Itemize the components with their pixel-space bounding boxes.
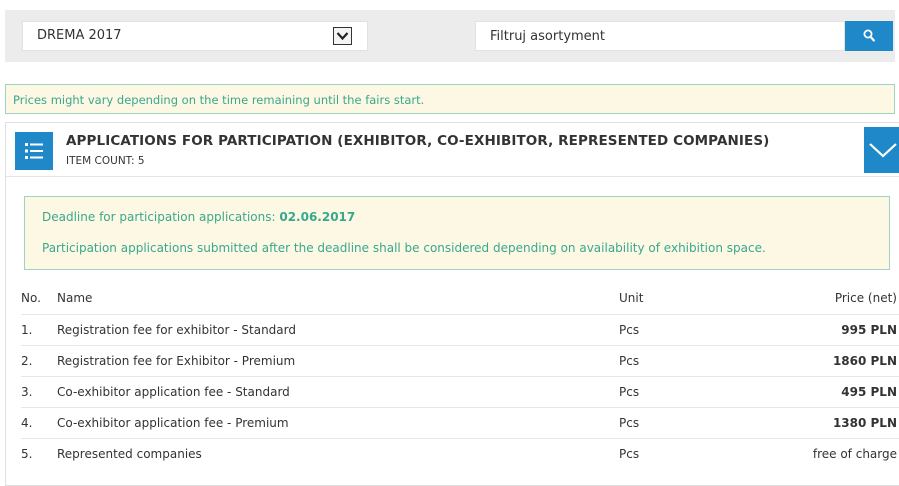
price-notice-text: Prices might vary depending on the time … <box>13 93 425 107</box>
row-price: 995 PLN <box>719 313 899 345</box>
table-header-row: No. Name Unit Price (net) <box>21 283 899 314</box>
row-unit: Pcs <box>619 406 719 438</box>
row-unit: Pcs <box>619 375 719 407</box>
chevron-down-icon <box>869 143 897 158</box>
table-row: 5. Represented companies Pcs free of cha… <box>21 437 899 469</box>
col-header-no: No. <box>21 291 41 306</box>
collapse-button[interactable] <box>864 127 899 173</box>
table-row: 4. Co-exhibitor application fee - Premiu… <box>21 406 899 438</box>
filter-input[interactable] <box>475 21 845 51</box>
row-name: Co-exhibitor application fee - Premium <box>57 406 619 438</box>
row-unit: Pcs <box>619 344 719 376</box>
table-row: 3. Co-exhibitor application fee - Standa… <box>21 375 899 407</box>
table-row: 1. Registration fee for exhibitor - Stan… <box>21 313 899 345</box>
table-row: 2. Registration fee for Exhibitor - Prem… <box>21 344 899 376</box>
row-price: 1380 PLN <box>719 406 899 438</box>
toolbar: DREMA 2017 <box>5 10 895 62</box>
event-select[interactable]: DREMA 2017 <box>22 21 368 51</box>
row-unit: Pcs <box>619 313 719 345</box>
item-count: ITEM COUNT: 5 <box>66 155 145 167</box>
row-price: 1860 PLN <box>719 344 899 376</box>
col-header-price: Price (net) <box>834 291 897 306</box>
row-no: 1. <box>21 313 57 345</box>
deadline-line: Deadline for participation applications:… <box>42 210 355 224</box>
price-table: No. Name Unit Price (net) 1. Registratio… <box>21 283 899 469</box>
price-notice: Prices might vary depending on the time … <box>5 84 895 114</box>
row-unit: Pcs <box>619 437 719 469</box>
col-header-unit: Unit <box>619 291 644 306</box>
row-no: 2. <box>21 344 57 376</box>
section-header[interactable]: APPLICATIONS FOR PARTICIPATION (EXHIBITO… <box>6 123 899 177</box>
row-no: 4. <box>21 406 57 438</box>
row-name: Registration fee for exhibitor - Standar… <box>57 313 619 345</box>
deadline-note: Participation applications submitted aft… <box>42 241 766 255</box>
search-button[interactable] <box>845 21 893 51</box>
row-name: Registration fee for Exhibitor - Premium <box>57 344 619 376</box>
deadline-date: 02.06.2017 <box>279 210 356 224</box>
deadline-label: Deadline for participation applications: <box>42 210 276 224</box>
search-icon <box>863 29 875 42</box>
row-price: free of charge <box>719 437 899 469</box>
row-price: 495 PLN <box>719 375 899 407</box>
applications-section: APPLICATIONS FOR PARTICIPATION (EXHIBITO… <box>5 122 899 486</box>
section-title: APPLICATIONS FOR PARTICIPATION (EXHIBITO… <box>66 133 770 149</box>
chevron-down-icon[interactable] <box>333 27 352 45</box>
event-select-value: DREMA 2017 <box>37 28 122 43</box>
deadline-notice: Deadline for participation applications:… <box>24 196 890 270</box>
col-header-name: Name <box>57 291 93 306</box>
row-no: 5. <box>21 437 57 469</box>
row-name: Represented companies <box>57 437 619 469</box>
row-name: Co-exhibitor application fee - Standard <box>57 375 619 407</box>
row-no: 3. <box>21 375 57 407</box>
list-icon <box>15 132 53 170</box>
